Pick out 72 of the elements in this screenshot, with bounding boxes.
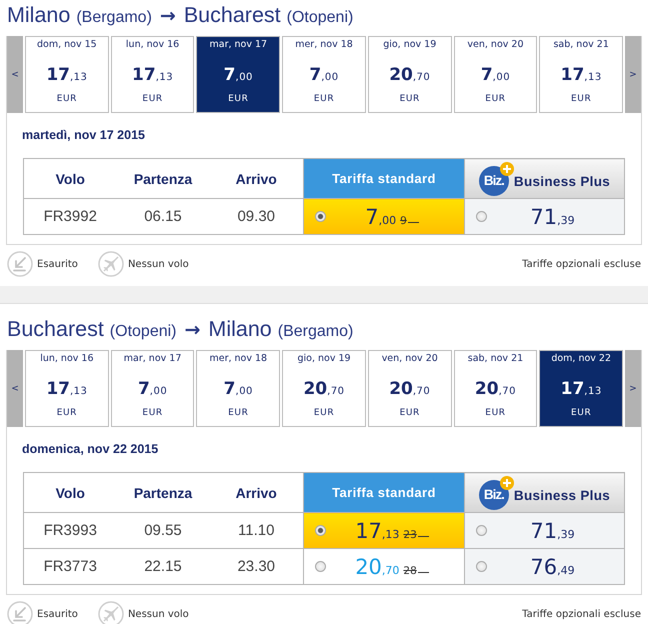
date-card[interactable]: dom, nov 15 17,13 EUR	[25, 36, 109, 113]
date-card[interactable]: mer, nov 18 7,00 EUR	[282, 36, 366, 113]
standard-fare-header: Tariffa standard	[304, 158, 464, 198]
plus-badge-icon	[500, 162, 514, 176]
fare-price: 20,70	[355, 554, 400, 578]
date-card[interactable]: gio, nov 19 20,70 EUR	[368, 36, 452, 113]
fare-price: 17,13	[355, 518, 400, 542]
flight-number: FR3992	[24, 198, 116, 234]
biz-logo: Biz.	[478, 166, 509, 196]
down-left-arrow-icon	[7, 601, 33, 624]
next-button[interactable]: >	[625, 350, 642, 427]
date-card[interactable]: sab, nov 21 20,70 EUR	[454, 350, 538, 427]
fare-price: 7,00	[365, 204, 396, 228]
business-plus-label: Business Plus	[514, 174, 610, 189]
date-card[interactable]: lun, nov 16 17,13 EUR	[25, 350, 109, 427]
radio-button[interactable]	[476, 525, 487, 536]
business-fare-cell[interactable]: 76,49	[464, 548, 624, 584]
radio-button[interactable]	[315, 525, 326, 536]
business-fare-cell[interactable]: 71,39	[464, 198, 624, 234]
previous-button[interactable]: <	[7, 350, 23, 427]
old-price: 9	[400, 214, 419, 226]
legend-label: Esaurito	[37, 608, 78, 620]
legend-label: Nessun volo	[128, 608, 189, 620]
day-title: domenica, nov 22 2015	[22, 442, 160, 457]
date-card[interactable]: mar, nov 17 7,00 EUR	[110, 350, 194, 427]
fares-note: Tariffe opzionali escluse	[522, 258, 641, 270]
date-card[interactable]: mar, nov 17 7,00 EUR	[196, 36, 280, 113]
radio-button[interactable]	[476, 211, 487, 222]
route-title: Bucharest (Otopeni) → Milano (Bergamo)	[7, 316, 354, 343]
legend-label: Nessun volo	[128, 258, 189, 270]
legend-label: Esaurito	[37, 258, 78, 270]
old-price: 23	[403, 528, 429, 540]
standard-fare-cell[interactable]: 17,13 23	[304, 512, 464, 548]
fare-price: 76,49	[530, 554, 575, 578]
previous-button[interactable]: <	[7, 36, 23, 113]
biz-logo: Biz.	[478, 480, 509, 510]
radio-button[interactable]	[315, 211, 326, 222]
fares-note: Tariffe opzionali escluse	[522, 608, 641, 620]
flight-number: FR3773	[24, 548, 116, 584]
column-header: Partenza	[116, 472, 210, 512]
column-header: Volo	[24, 472, 116, 512]
day-title: martedì, nov 17 2015	[22, 128, 146, 143]
date-card[interactable]: gio, nov 19 20,70 EUR	[282, 350, 366, 427]
crossed-plane-icon	[98, 601, 124, 624]
standard-fare-cell[interactable]: 20,70 28	[304, 548, 464, 584]
column-header: Arrivo	[210, 472, 304, 512]
date-card[interactable]: mer, nov 18 7,00 EUR	[196, 350, 280, 427]
plus-badge-icon	[500, 476, 514, 490]
radio-button[interactable]	[315, 561, 326, 572]
date-card[interactable]: sab, nov 21 17,13 EUR	[539, 36, 624, 113]
column-header: Arrivo	[210, 158, 304, 198]
departure-time: 06.15	[116, 198, 210, 234]
radio-button[interactable]	[476, 561, 487, 572]
crossed-plane-icon	[98, 251, 124, 277]
flight-number: FR3993	[24, 512, 116, 548]
date-card[interactable]: dom, nov 22 17,13 EUR	[539, 350, 624, 427]
fare-price: 71,39	[530, 518, 575, 542]
date-card[interactable]: ven, nov 20 20,70 EUR	[368, 350, 452, 427]
standard-fare-header: Tariffa standard	[304, 472, 464, 512]
column-header: Partenza	[116, 158, 210, 198]
fare-price: 71,39	[530, 204, 575, 228]
next-button[interactable]: >	[625, 36, 642, 113]
route-title: Milano (Bergamo) → Bucharest (Otopeni)	[7, 2, 354, 29]
standard-fare-cell[interactable]: 7,00 9	[304, 198, 464, 234]
date-card[interactable]: lun, nov 16 17,13 EUR	[110, 36, 194, 113]
old-price: 28	[403, 564, 429, 576]
column-header: Volo	[24, 158, 116, 198]
business-plus-label: Business Plus	[514, 488, 610, 503]
departure-time: 22.15	[116, 548, 210, 584]
departure-time: 09.55	[116, 512, 210, 548]
business-fare-cell[interactable]: 71,39	[464, 512, 624, 548]
date-card[interactable]: ven, nov 20 7,00 EUR	[454, 36, 538, 113]
